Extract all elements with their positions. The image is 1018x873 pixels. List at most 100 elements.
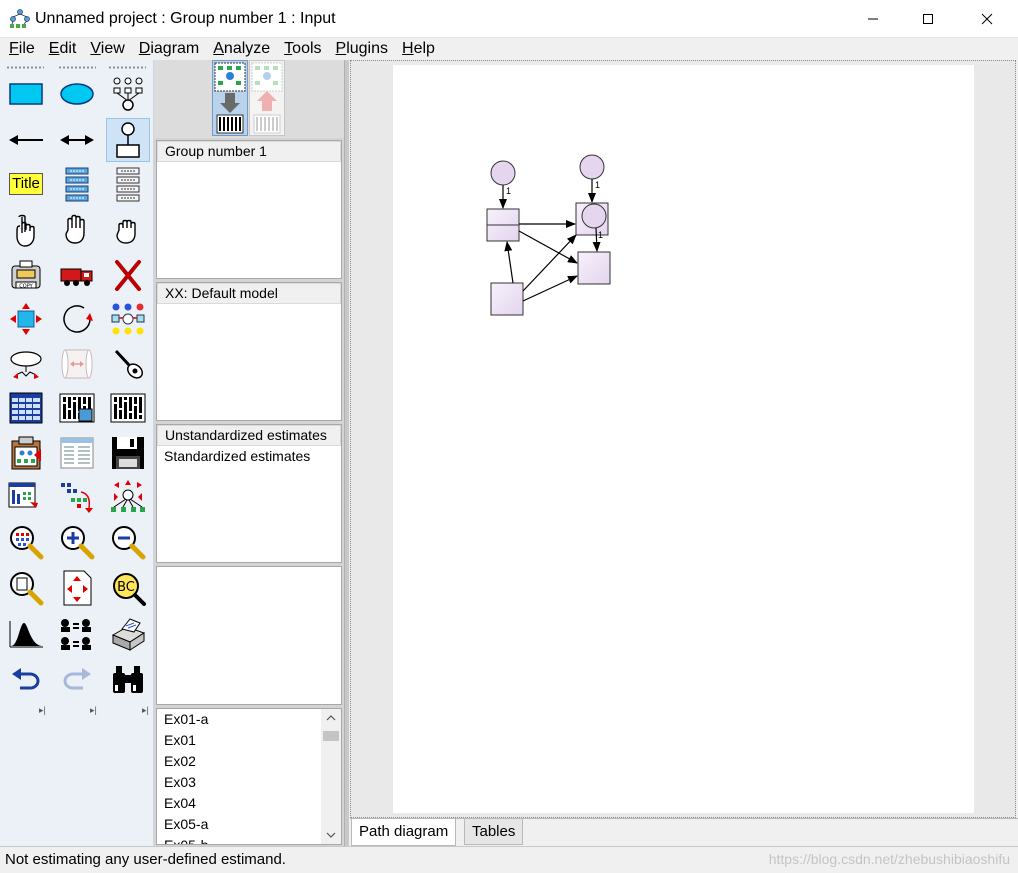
palette-scroll-right-icon[interactable]: ▸| (142, 705, 149, 716)
undo-tool[interactable] (4, 657, 48, 701)
zoom-in-area-tool[interactable] (4, 520, 48, 564)
move-parameter-tool[interactable] (4, 342, 48, 386)
scroll-down-arrow[interactable] (321, 826, 341, 844)
drag-properties-tool[interactable] (55, 475, 99, 519)
menu-analyze[interactable]: Analyze (206, 38, 277, 60)
close-icon (981, 13, 993, 25)
view-text-tool[interactable] (55, 431, 99, 475)
estimate-option-standardized[interactable]: Standardized estimates (157, 446, 341, 467)
duplicate-tool[interactable]: COPY (4, 253, 48, 297)
minimize-icon (868, 18, 878, 20)
bayesian-estimation-tool[interactable] (4, 612, 48, 656)
estimate-option-unstandardized[interactable]: Unstandardized estimates (157, 425, 341, 446)
file-item[interactable]: Ex03 (157, 772, 341, 793)
zoom-in-tool[interactable] (55, 520, 99, 564)
bayesian-estimation-icon (9, 621, 43, 648)
file-item[interactable]: Ex05-b (157, 835, 341, 844)
multiple-group-analysis-tool[interactable] (55, 612, 99, 656)
resize-diagram-tool[interactable] (55, 566, 99, 610)
diagram-page[interactable]: 1 1 1 (393, 65, 974, 813)
touch-up-tool[interactable] (106, 342, 150, 386)
menu-help[interactable]: Help (395, 38, 442, 60)
object-properties-tool[interactable] (4, 475, 48, 519)
redo-tool[interactable] (55, 657, 99, 701)
print-icon (111, 618, 146, 651)
view-text-icon (60, 437, 94, 469)
observed-variable-box[interactable] (577, 251, 611, 285)
minimize-button[interactable] (850, 0, 896, 38)
double-headed-arrow-tool[interactable] (55, 118, 99, 162)
status-text: Not estimating any user-defined estimand… (5, 851, 286, 868)
single-headed-arrow-tool[interactable] (4, 118, 48, 162)
file-item[interactable]: Ex05-a (157, 814, 341, 835)
specification-search-tool[interactable] (106, 657, 150, 701)
menu-plugins[interactable]: Plugins (329, 38, 395, 60)
view-output-path-diagram-button[interactable] (249, 60, 285, 136)
save-diagram-tool[interactable] (106, 431, 150, 475)
figure-caption-tool[interactable]: Title (4, 162, 48, 206)
group-item[interactable]: Group number 1 (157, 141, 341, 162)
rotate-indicators-tool[interactable] (55, 297, 99, 341)
copy-to-clipboard-tool[interactable] (4, 431, 48, 475)
tab-tables[interactable]: Tables (464, 819, 524, 845)
menu-file[interactable]: File (2, 38, 42, 60)
palette-scroll-right-icon[interactable]: ▸| (39, 705, 46, 716)
move-tool[interactable] (55, 253, 99, 297)
scrollbar-thumb[interactable] (323, 731, 339, 741)
erase-tool[interactable] (106, 253, 150, 297)
single-headed-arrow-icon (9, 135, 43, 145)
magnifier-tool[interactable]: BC (106, 566, 150, 610)
calculate-estimates-tool[interactable] (106, 386, 150, 430)
file-item[interactable]: Ex01 (157, 730, 341, 751)
menu-tools[interactable]: Tools (277, 38, 328, 60)
reflect-indicators-tool[interactable] (106, 297, 150, 341)
error-term-circle[interactable] (579, 154, 605, 180)
show-whole-page-tool[interactable] (4, 566, 48, 610)
file-item[interactable]: Ex01-a (157, 709, 341, 730)
list-variables-in-model-tool[interactable] (55, 162, 99, 206)
draw-unobserved-variable-tool[interactable] (55, 72, 99, 116)
palette-scroll-right-icon[interactable]: ▸| (90, 705, 97, 716)
files-scrollbar[interactable] (321, 709, 341, 844)
analysis-properties-tool[interactable] (55, 386, 99, 430)
object-properties-icon (8, 482, 38, 508)
drag-properties-icon (61, 483, 93, 513)
preserve-symmetries-tool[interactable] (106, 475, 150, 519)
menu-edit[interactable]: Edit (42, 38, 84, 60)
draw-observed-variable-tool[interactable] (4, 72, 48, 116)
menu-view[interactable]: View (83, 38, 131, 60)
change-shape-tool[interactable] (4, 297, 48, 341)
select-all-objects-tool[interactable] (55, 209, 99, 253)
maximize-button[interactable] (905, 0, 951, 38)
computation-summary-panel (156, 566, 342, 705)
file-item[interactable]: Ex04 (157, 793, 341, 814)
zoom-out-tool[interactable] (106, 520, 150, 564)
status-bar: Not estimating any user-defined estimand… (0, 846, 1018, 873)
error-term-circle[interactable] (490, 160, 516, 186)
error-term-circle[interactable] (581, 203, 607, 229)
resize-diagram-icon (63, 570, 92, 606)
path-diagram-canvas[interactable]: 1 1 1 (350, 60, 1016, 818)
tab-path-diagram[interactable]: Path diagram (351, 819, 457, 846)
observed-variable-box[interactable] (490, 282, 524, 316)
file-item[interactable]: Ex02 (157, 751, 341, 772)
watermark-text: https://blog.csdn.net/zhebushibiaoshifu (768, 851, 1010, 867)
close-button[interactable] (964, 0, 1010, 38)
scroll-tool[interactable] (55, 342, 99, 386)
print-tool[interactable] (106, 612, 150, 656)
select-data-files-tool[interactable] (4, 386, 48, 430)
chevron-up-icon (326, 715, 336, 721)
list-variables-in-dataset-tool[interactable] (106, 162, 150, 206)
scroll-up-arrow[interactable] (321, 709, 341, 727)
deselect-all-tool[interactable] (106, 209, 150, 253)
panel-splitter[interactable] (344, 60, 349, 846)
double-headed-arrow-icon (60, 135, 94, 145)
model-item[interactable]: XX: Default model (157, 283, 341, 304)
unique-variable-tool[interactable] (106, 118, 150, 162)
zoom-in-icon (61, 526, 95, 560)
select-one-object-tool[interactable] (4, 209, 48, 253)
view-input-path-diagram-button[interactable] (212, 60, 248, 136)
menu-diagram[interactable]: Diagram (132, 38, 206, 60)
list-variables-in-model-icon (65, 167, 89, 202)
draw-latent-indicator-tool[interactable] (106, 72, 150, 116)
